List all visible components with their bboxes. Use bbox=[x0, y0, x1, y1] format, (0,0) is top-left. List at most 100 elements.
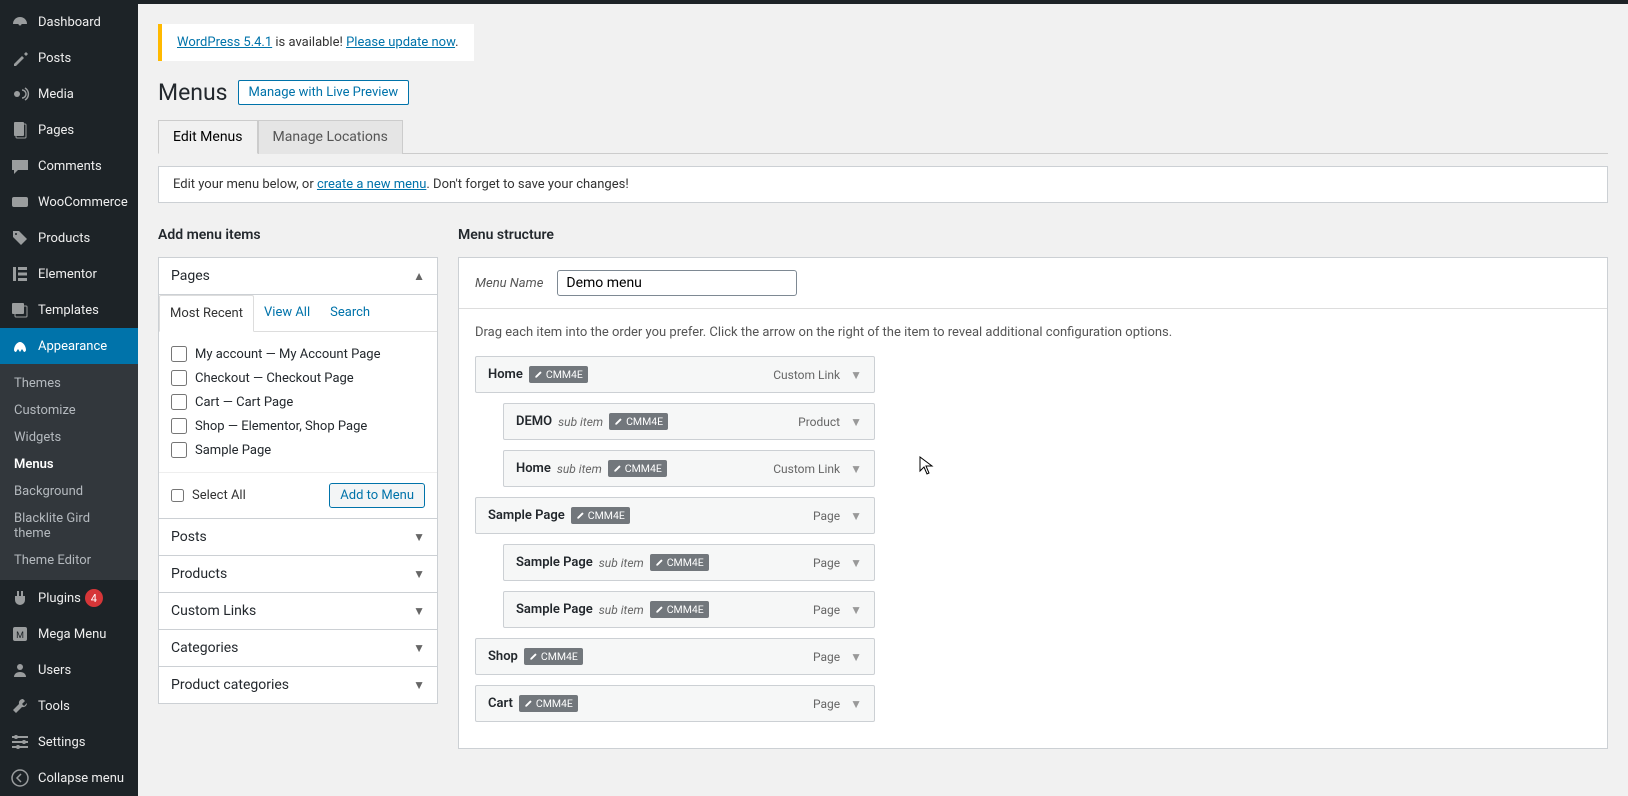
sidebar-item-label: WooCommerce bbox=[38, 195, 128, 210]
page-item-checkbox[interactable] bbox=[171, 394, 187, 410]
cmm4e-badge[interactable]: CMM4E bbox=[608, 460, 667, 477]
sidebar-item-woocommerce[interactable]: WooCommerce bbox=[0, 184, 138, 220]
expand-item-icon[interactable]: ▼ bbox=[850, 509, 862, 523]
expand-item-icon[interactable]: ▼ bbox=[850, 368, 862, 382]
sidebar-item-templates[interactable]: Templates bbox=[0, 292, 138, 328]
sub-item-label: sub item bbox=[599, 603, 644, 617]
menu-structure-item[interactable]: ShopCMM4EPage▼ bbox=[475, 638, 875, 675]
sidebar-item-appearance[interactable]: Appearance bbox=[0, 328, 138, 364]
menu-structure-item[interactable]: Sample Pagesub itemCMM4EPage▼ bbox=[503, 544, 875, 581]
pages-tab-recent[interactable]: Most Recent bbox=[159, 295, 254, 332]
manage-live-preview-button[interactable]: Manage with Live Preview bbox=[238, 80, 410, 105]
cmm4e-badge[interactable]: CMM4E bbox=[519, 695, 578, 712]
elementor-icon bbox=[10, 264, 30, 284]
sub-item-label: sub item bbox=[599, 556, 644, 570]
caret-down-icon: ▼ bbox=[413, 567, 425, 581]
page-item[interactable]: Sample Page bbox=[171, 438, 425, 462]
expand-item-icon[interactable]: ▼ bbox=[850, 415, 862, 429]
cmm4e-badge[interactable]: CMM4E bbox=[524, 648, 583, 665]
page-item[interactable]: Cart — Cart Page bbox=[171, 390, 425, 414]
select-all-wrapper[interactable]: Select All bbox=[171, 488, 246, 503]
expand-item-icon[interactable]: ▼ bbox=[850, 697, 862, 711]
page-item-checkbox[interactable] bbox=[171, 418, 187, 434]
cmm4e-badge[interactable]: CMM4E bbox=[609, 413, 668, 430]
menu-structure-item[interactable]: DEMOsub itemCMM4EProduct▼ bbox=[503, 403, 875, 440]
accordion-header[interactable]: Posts▼ bbox=[159, 518, 437, 555]
accordion-header[interactable]: Products▼ bbox=[159, 555, 437, 592]
sidebar-item-plugins[interactable]: Plugins4 bbox=[0, 580, 138, 616]
submenu-item[interactable]: Menus bbox=[0, 451, 138, 478]
page-item-label: Checkout — Checkout Page bbox=[195, 371, 354, 386]
svg-text:M: M bbox=[16, 631, 24, 641]
settings-icon bbox=[10, 732, 30, 752]
cmm4e-badge[interactable]: CMM4E bbox=[650, 601, 709, 618]
submenu-item[interactable]: Blacklite Gird theme bbox=[0, 505, 138, 547]
pages-tab-search[interactable]: Search bbox=[320, 295, 380, 331]
submenu-item[interactable]: Theme Editor bbox=[0, 547, 138, 574]
menu-structure-item[interactable]: Sample Pagesub itemCMM4EPage▼ bbox=[503, 591, 875, 628]
sidebar-item-posts[interactable]: Posts bbox=[0, 40, 138, 76]
create-new-menu-link[interactable]: create a new menu bbox=[317, 177, 426, 192]
menu-structure-item[interactable]: HomeCMM4ECustom Link▼ bbox=[475, 356, 875, 393]
sidebar-item-elementor[interactable]: Elementor bbox=[0, 256, 138, 292]
page-item[interactable]: Shop — Elementor, Shop Page bbox=[171, 414, 425, 438]
menu-structure-item[interactable]: Home sub item CMM4E Custom Link ▼ bbox=[503, 450, 875, 487]
accordion-pages-label: Pages bbox=[171, 268, 210, 284]
submenu-item[interactable]: Customize bbox=[0, 397, 138, 424]
sidebar-item-comments[interactable]: Comments bbox=[0, 148, 138, 184]
accordion-label: Posts bbox=[171, 529, 207, 545]
menu-item-type: Custom Link bbox=[773, 462, 840, 476]
cmm4e-badge[interactable]: CMM4E bbox=[650, 554, 709, 571]
sidebar-item-collapse[interactable]: Collapse menu bbox=[0, 760, 138, 796]
add-to-menu-button[interactable]: Add to Menu bbox=[329, 483, 425, 508]
sidebar-item-tools[interactable]: Tools bbox=[0, 688, 138, 724]
accordion-header[interactable]: Custom Links▼ bbox=[159, 592, 437, 629]
accordion-pages-header[interactable]: Pages ▲ bbox=[159, 258, 437, 294]
accordion-header[interactable]: Product categories▼ bbox=[159, 666, 437, 703]
page-item[interactable]: My account — My Account Page bbox=[171, 342, 425, 366]
update-now-link[interactable]: Please update now bbox=[346, 35, 455, 50]
cmm4e-badge[interactable]: CMM4E bbox=[571, 507, 630, 524]
select-all-label: Select All bbox=[192, 488, 246, 503]
pages-icon bbox=[10, 120, 30, 140]
sidebar-item-mega-menu[interactable]: MMega Menu bbox=[0, 616, 138, 652]
menu-structure-item[interactable]: Sample PageCMM4EPage▼ bbox=[475, 497, 875, 534]
page-item[interactable]: Checkout — Checkout Page bbox=[171, 366, 425, 390]
page-title: Menus bbox=[158, 79, 228, 106]
sidebar-item-label: Media bbox=[38, 87, 74, 102]
page-item-checkbox[interactable] bbox=[171, 442, 187, 458]
expand-item-icon[interactable]: ▼ bbox=[850, 462, 862, 476]
submenu-item[interactable]: Widgets bbox=[0, 424, 138, 451]
sidebar-item-dashboard[interactable]: Dashboard bbox=[0, 4, 138, 40]
menu-structure-item[interactable]: CartCMM4EPage▼ bbox=[475, 685, 875, 722]
submenu-item[interactable]: Themes bbox=[0, 370, 138, 397]
sidebar-item-media[interactable]: Media bbox=[0, 76, 138, 112]
expand-item-icon[interactable]: ▼ bbox=[850, 556, 862, 570]
expand-item-icon[interactable]: ▼ bbox=[850, 650, 862, 664]
instruction-pre: Edit your menu below, or bbox=[173, 177, 317, 192]
page-item-checkbox[interactable] bbox=[171, 346, 187, 362]
sidebar-item-settings[interactable]: Settings bbox=[0, 724, 138, 760]
cmm4e-badge[interactable]: CMM4E bbox=[529, 366, 588, 383]
sidebar-item-products[interactable]: Products bbox=[0, 220, 138, 256]
page-item-checkbox[interactable] bbox=[171, 370, 187, 386]
tab-edit-menus[interactable]: Edit Menus bbox=[158, 120, 258, 154]
sub-item-label: sub item bbox=[557, 462, 602, 476]
tab-manage-locations[interactable]: Manage Locations bbox=[258, 120, 403, 154]
sidebar-item-label: Elementor bbox=[38, 267, 97, 282]
pages-tab-view-all[interactable]: View All bbox=[254, 295, 320, 331]
submenu-item[interactable]: Background bbox=[0, 478, 138, 505]
expand-item-icon[interactable]: ▼ bbox=[850, 603, 862, 617]
menu-name-input[interactable] bbox=[557, 270, 797, 296]
select-all-checkbox[interactable] bbox=[171, 489, 184, 502]
menu-item-type: Page bbox=[813, 556, 840, 570]
sidebar-item-users[interactable]: Users bbox=[0, 652, 138, 688]
accordion-label: Categories bbox=[171, 640, 238, 656]
sidebar-item-label: Users bbox=[38, 663, 71, 678]
accordion-header[interactable]: Categories▼ bbox=[159, 629, 437, 666]
wp-version-link[interactable]: WordPress 5.4.1 bbox=[177, 35, 272, 50]
menu-item-title: Home bbox=[516, 461, 551, 476]
accordion-label: Custom Links bbox=[171, 603, 256, 619]
sidebar-item-pages[interactable]: Pages bbox=[0, 112, 138, 148]
add-items-accordion: Pages ▲ Most Recent View All Search My a… bbox=[158, 257, 438, 704]
